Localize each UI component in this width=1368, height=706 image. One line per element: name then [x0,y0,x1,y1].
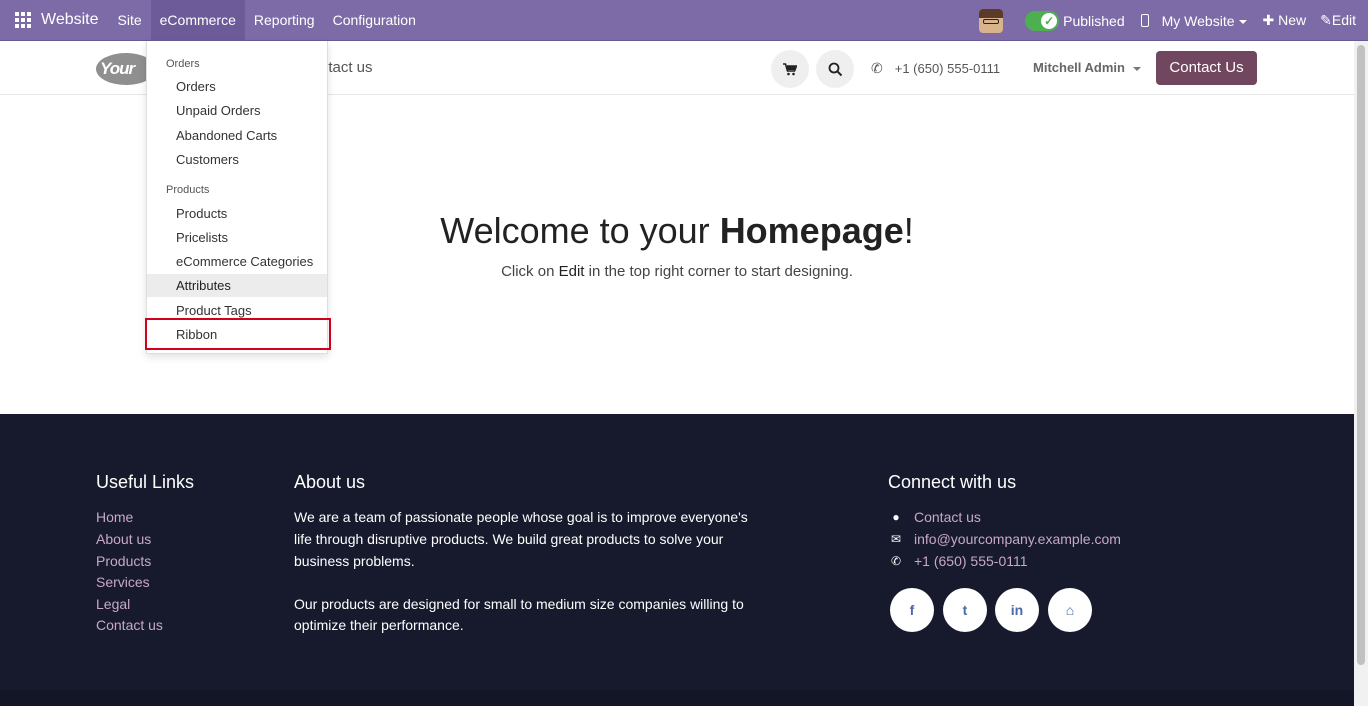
about-us-text-line: life through disruptive products. We bui… [294,531,724,547]
envelope-icon: ✉ [890,532,902,546]
comment-icon: ● [892,510,900,524]
linkedin-button[interactable]: in [995,588,1039,632]
twitter-icon: t [962,602,968,618]
pencil-icon: ✎ [1320,12,1332,28]
dropdown-item-unpaid-orders[interactable]: Unpaid Orders [147,99,327,122]
search-button[interactable] [816,50,854,88]
menu-reporting[interactable]: Reporting [245,0,324,41]
footer-link-legal[interactable]: Legal [96,596,130,612]
footer-link-home[interactable]: Home [96,509,133,525]
published-label[interactable]: Published [1063,13,1125,29]
ribbon-highlight-box [145,318,331,350]
caret-down-icon [1132,66,1141,71]
scrollbar-thumb[interactable] [1357,45,1365,665]
top-menu: Site eCommerce Reporting Configuration [109,0,425,41]
header-phone[interactable]: ✆ +1 (650) 555-0111 [871,60,1000,77]
dropdown-item-abandoned-carts[interactable]: Abandoned Carts [147,124,327,147]
mobile-preview-icon[interactable] [1140,14,1149,27]
new-label: New [1278,12,1307,28]
dropdown-item-customers[interactable]: Customers [147,148,327,171]
menu-configuration[interactable]: Configuration [324,0,425,41]
footer-link-products[interactable]: Products [96,553,151,569]
connect-contact-us[interactable]: ● Contact us [888,509,981,525]
admin-topbar: Website Site eCommerce Reporting Configu… [0,0,1368,41]
hero-title-prefix: Welcome to your [440,210,720,251]
footer-bottom-bar [0,690,1354,706]
topbar-right: ✓ Published My Website ✚ New ✎Edit [979,0,1368,41]
user-name: Mitchell Admin [1033,60,1125,75]
connect-email[interactable]: ✉ info@yourcompany.example.com [888,531,1121,547]
new-button[interactable]: ✚ New [1263,12,1307,29]
dropdown-section-orders: Orders [166,58,200,70]
my-website-label: My Website [1161,12,1235,29]
connect-phone[interactable]: ✆ +1 (650) 555-0111 [888,553,1028,569]
ecommerce-dropdown: Orders Orders Unpaid Orders Abandoned Ca… [146,41,328,354]
about-us-text-line: Our products are designed for small to m… [294,596,744,612]
edit-label: Edit [1331,12,1356,28]
my-website-dropdown[interactable]: My Website [1162,13,1247,29]
dropdown-item-pricelists[interactable]: Pricelists [147,226,327,249]
hero-sub-edit: Edit [558,263,585,280]
phone-icon: ✆ [890,554,902,568]
phone-icon: ✆ [871,60,883,76]
plus-icon: ✚ [1262,12,1279,28]
home-button[interactable]: ⌂ [1048,588,1092,632]
check-icon: ✓ [1041,12,1058,29]
caret-down-icon [1238,19,1247,24]
facebook-button[interactable]: f [890,588,934,632]
contact-us-button[interactable]: Contact Us [1156,51,1257,85]
connect-title: Connect with us [888,472,1017,492]
apps-grid-icon[interactable] [15,12,31,28]
hero-sub-suffix: in the top right corner to start designi… [584,263,853,280]
dropdown-item-ecommerce-categories[interactable]: eCommerce Categories [147,250,327,273]
connect-phone-text: +1 (650) 555-0111 [914,553,1028,569]
app-name[interactable]: Website [41,11,99,29]
site-footer: Useful Links Home About us Products Serv… [0,414,1354,706]
footer-link-services[interactable]: Services [96,574,150,590]
published-toggle[interactable]: ✓ [1025,10,1060,31]
menu-site[interactable]: Site [109,0,151,41]
footer-link-about-us[interactable]: About us [96,531,151,547]
about-us-text-line: optimize their performance. [294,617,464,633]
dropdown-item-orders[interactable]: Orders [147,75,327,98]
dropdown-item-attributes[interactable]: Attributes [147,274,327,297]
search-icon [828,62,842,76]
cart-button[interactable] [771,50,809,88]
about-us-title: About us [294,472,366,492]
footer-link-contact-us[interactable]: Contact us [96,617,163,633]
dropdown-section-products: Products [166,184,210,196]
edit-button[interactable]: ✎Edit [1320,12,1356,29]
hero-title-bold: Homepage [719,210,904,251]
useful-links-title: Useful Links [96,472,195,492]
header-phone-number: +1 (650) 555-0111 [894,61,1001,76]
cart-icon [783,62,797,75]
dropdown-item-products[interactable]: Products [147,202,327,225]
hero-sub-prefix: Click on [501,263,559,280]
facebook-icon: f [909,602,915,618]
about-us-text-line: business problems. [294,553,415,569]
hero-title-suffix: ! [903,210,914,251]
home-icon: ⌂ [1065,602,1075,618]
page-scrollbar[interactable] [1354,41,1368,706]
linkedin-icon: in [1010,602,1024,618]
about-us-text-line: We are a team of passionate people whose… [294,509,748,525]
menu-ecommerce[interactable]: eCommerce [150,0,245,41]
user-menu[interactable]: Mitchell Admin [1033,60,1141,75]
connect-email-text: info@yourcompany.example.com [914,531,1121,547]
user-avatar[interactable] [979,8,1004,33]
twitter-button[interactable]: t [943,588,987,632]
connect-contact-us-text: Contact us [914,509,981,525]
